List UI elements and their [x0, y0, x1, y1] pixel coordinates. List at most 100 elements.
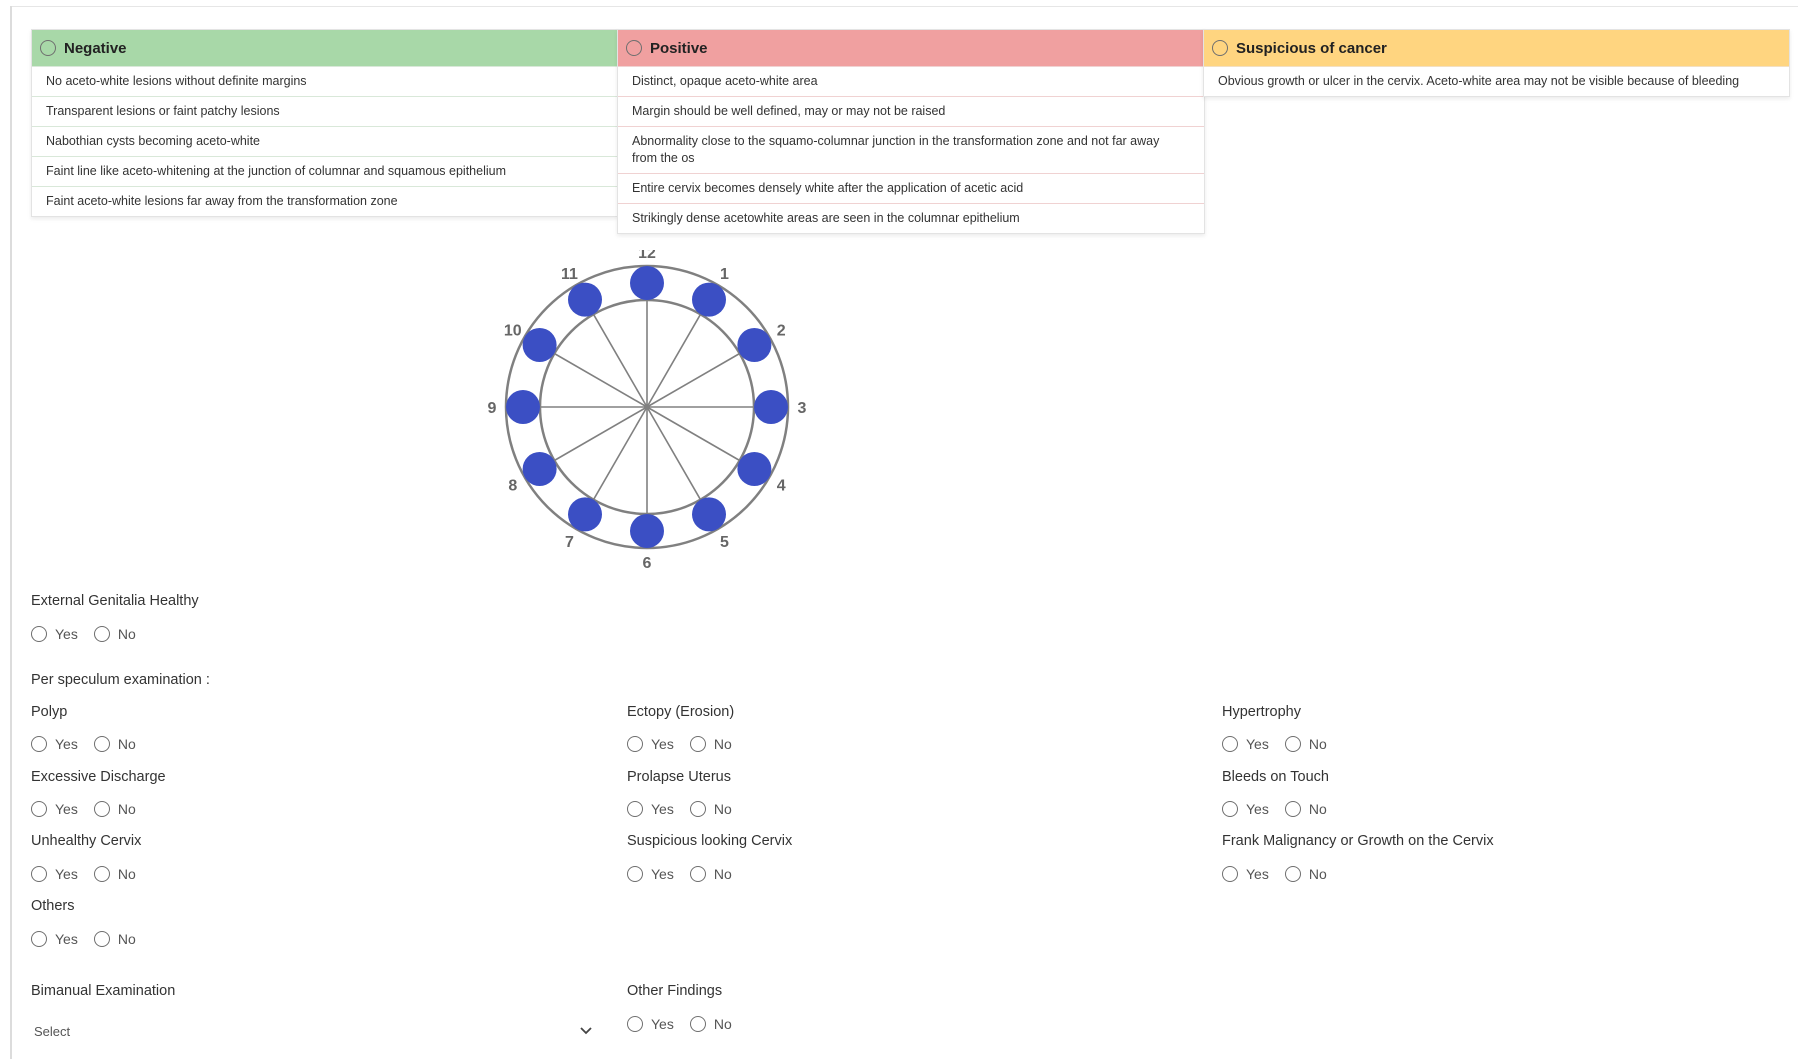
hypertrophy-no[interactable]: No: [1284, 736, 1327, 752]
positive-item: Margin should be well defined, may or ma…: [618, 96, 1204, 126]
no-label: No: [1308, 801, 1327, 817]
radio-button[interactable]: [627, 801, 643, 817]
clock-spoke: [646, 313, 702, 408]
radio-button[interactable]: [93, 736, 110, 752]
no-label: No: [713, 736, 732, 752]
clock-position-5-dot[interactable]: [692, 497, 726, 532]
bleeds-on-touch-yes[interactable]: Yes: [1222, 801, 1269, 817]
bimanual-examination-label: Bimanual Examination: [31, 983, 176, 999]
suspicious-cervix-yes[interactable]: Yes: [627, 866, 674, 882]
radio-button[interactable]: [93, 626, 110, 642]
negative-item: Faint line like aceto-whitening at the j…: [32, 156, 617, 186]
radio-button[interactable]: [627, 736, 643, 752]
clock-hour-label: 9: [488, 400, 497, 417]
positive-item: Entire cervix becomes densely white afte…: [618, 173, 1204, 203]
positive-radio[interactable]: [626, 40, 642, 56]
suspicious-of-cancer-item: Obvious growth or ulcer in the cervix. A…: [1204, 66, 1789, 96]
clock-position-4-dot[interactable]: [737, 452, 772, 486]
excessive-discharge-no[interactable]: No: [93, 801, 136, 817]
suspicious-cervix-no[interactable]: No: [689, 866, 732, 882]
bimanual-examination-select[interactable]: Select: [31, 1014, 596, 1048]
radio-button[interactable]: [1284, 736, 1301, 752]
bleeds-on-touch-label: Bleeds on Touch: [1222, 769, 1329, 785]
unhealthy-cervix-options: Yes No: [31, 866, 152, 882]
clock-position-10-dot[interactable]: [522, 328, 557, 362]
hypertrophy-label: Hypertrophy: [1222, 704, 1301, 720]
excessive-discharge-options: Yes No: [31, 801, 152, 817]
clock-hour-label: 12: [638, 250, 656, 262]
radio-button[interactable]: [689, 736, 706, 752]
ectopy-no[interactable]: No: [689, 736, 732, 752]
bleeds-on-touch-no[interactable]: No: [1284, 801, 1327, 817]
others-no[interactable]: No: [93, 931, 136, 947]
radio-button[interactable]: [1284, 801, 1301, 817]
radio-button[interactable]: [31, 931, 47, 947]
no-label: No: [117, 866, 136, 882]
polyp-yes[interactable]: Yes: [31, 736, 78, 752]
frank-malignancy-no[interactable]: No: [1284, 866, 1327, 882]
frank-malignancy-yes[interactable]: Yes: [1222, 866, 1269, 882]
clock-hour-label: 2: [777, 323, 786, 340]
other-findings-label: Other Findings: [627, 983, 723, 999]
clock-position-3-dot[interactable]: [754, 390, 788, 424]
category-cards: Negative No aceto-white lesions without …: [31, 29, 1790, 253]
clock-position-11-dot[interactable]: [568, 282, 602, 317]
prolapse-uterus-no[interactable]: No: [689, 801, 732, 817]
radio-button[interactable]: [31, 866, 47, 882]
no-label: No: [713, 866, 732, 882]
radio-button[interactable]: [1284, 866, 1301, 882]
suspicious-cervix-options: Yes No: [627, 866, 748, 882]
clock-spoke: [592, 313, 648, 408]
radio-button[interactable]: [1222, 736, 1238, 752]
radio-button[interactable]: [93, 931, 110, 947]
radio-button[interactable]: [93, 866, 110, 882]
hypertrophy-yes[interactable]: Yes: [1222, 736, 1269, 752]
polyp-no[interactable]: No: [93, 736, 136, 752]
radio-button[interactable]: [689, 801, 706, 817]
suspicious-of-cancer-option[interactable]: Suspicious of cancer: [1204, 30, 1789, 66]
clock-position-8-dot[interactable]: [522, 452, 557, 486]
clock-position-6-dot[interactable]: [630, 514, 664, 548]
positive-option[interactable]: Positive: [618, 30, 1204, 66]
excessive-discharge-label: Excessive Discharge: [31, 769, 166, 785]
no-label: No: [117, 801, 136, 817]
ectopy-options: Yes No: [627, 736, 748, 752]
clock-spoke: [646, 352, 741, 408]
radio-button[interactable]: [93, 801, 110, 817]
clock-hour-label: 4: [777, 478, 786, 495]
external-genitalia-no[interactable]: No: [93, 626, 136, 642]
negative-option[interactable]: Negative: [32, 30, 617, 66]
clock-position-12-dot[interactable]: [630, 266, 664, 300]
clock-position-9-dot[interactable]: [506, 390, 540, 424]
clock-position-1-dot[interactable]: [692, 282, 726, 317]
radio-button[interactable]: [31, 736, 47, 752]
suspicious-of-cancer-radio[interactable]: [1212, 40, 1228, 56]
negative-radio[interactable]: [40, 40, 56, 56]
radio-button[interactable]: [627, 866, 643, 882]
no-label: No: [117, 931, 136, 947]
radio-button[interactable]: [1222, 866, 1238, 882]
yes-label: Yes: [1246, 866, 1269, 882]
external-genitalia-yes[interactable]: Yes: [31, 626, 78, 642]
others-yes[interactable]: Yes: [31, 931, 78, 947]
clock-position-7-dot[interactable]: [568, 497, 602, 532]
excessive-discharge-yes[interactable]: Yes: [31, 801, 78, 817]
clock-spoke: [553, 406, 648, 462]
other-findings-no[interactable]: No: [689, 1016, 732, 1032]
ectopy-yes[interactable]: Yes: [627, 736, 674, 752]
radio-button[interactable]: [627, 1016, 643, 1032]
chevron-down-icon: [580, 1027, 592, 1035]
frank-malignancy-label: Frank Malignancy or Growth on the Cervix: [1222, 833, 1494, 849]
other-findings-yes[interactable]: Yes: [627, 1016, 674, 1032]
frank-malignancy-options: Yes No: [1222, 866, 1343, 882]
clock-position-2-dot[interactable]: [737, 328, 772, 362]
radio-button[interactable]: [31, 801, 47, 817]
unhealthy-cervix-yes[interactable]: Yes: [31, 866, 78, 882]
other-findings-options: Yes No: [627, 1016, 748, 1032]
radio-button[interactable]: [689, 866, 706, 882]
radio-button[interactable]: [31, 626, 47, 642]
prolapse-uterus-yes[interactable]: Yes: [627, 801, 674, 817]
radio-button[interactable]: [689, 1016, 706, 1032]
unhealthy-cervix-no[interactable]: No: [93, 866, 136, 882]
radio-button[interactable]: [1222, 801, 1238, 817]
